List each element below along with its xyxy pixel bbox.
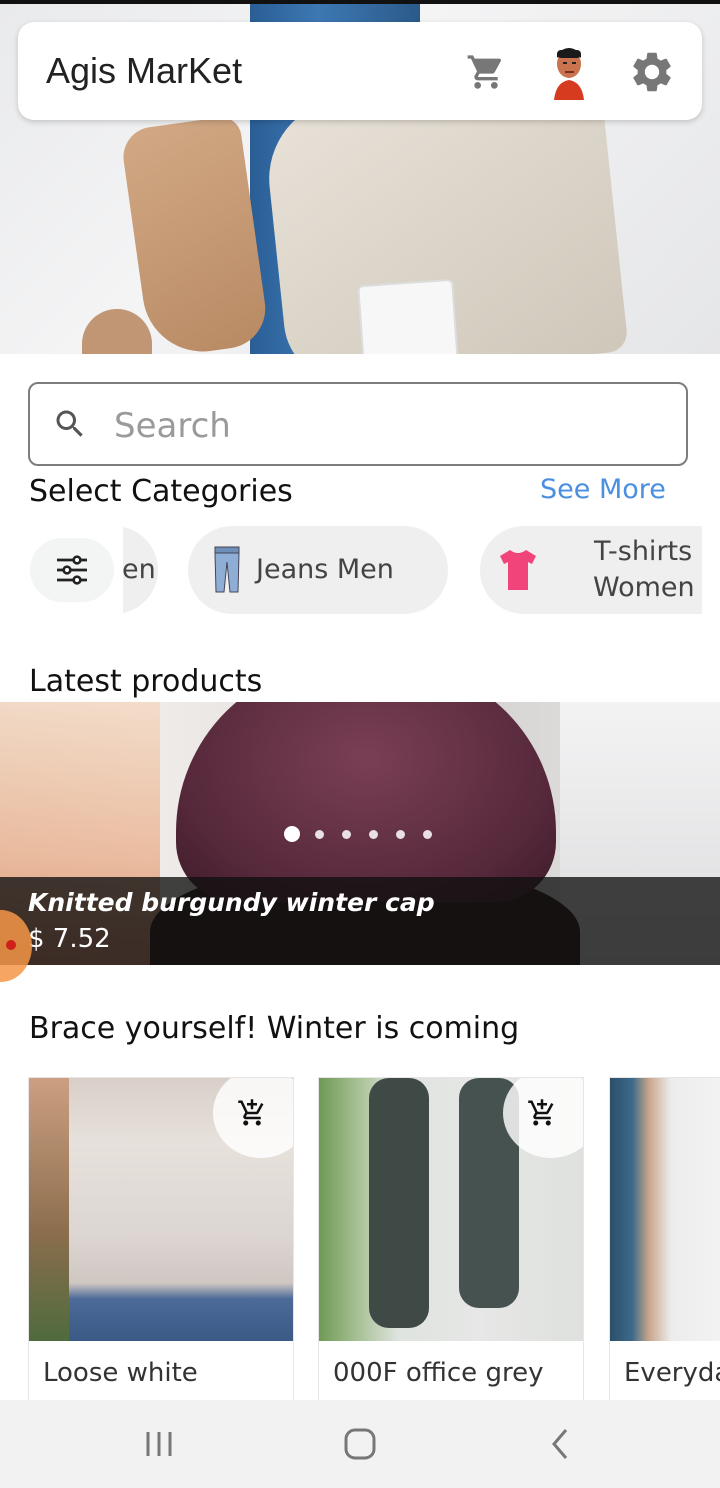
product-image xyxy=(176,702,556,902)
carousel-dot[interactable] xyxy=(396,830,405,839)
search-box[interactable] xyxy=(28,382,688,466)
carousel-dot-active[interactable] xyxy=(284,826,300,842)
system-nav-bar xyxy=(0,1400,720,1488)
latest-product-carousel[interactable]: Knitted burgundy winter cap $ 7.52 xyxy=(0,702,720,965)
category-chip-label-line1: T-shirts xyxy=(594,536,693,567)
category-chip-label: Jeans Men xyxy=(256,554,394,585)
app-bar: Agis MarKet xyxy=(18,22,702,120)
avatar[interactable] xyxy=(550,44,588,100)
category-chip-tshirts-women[interactable]: T-shirts Women xyxy=(480,526,702,614)
add-to-cart-icon xyxy=(528,1099,554,1126)
carousel-dot[interactable] xyxy=(369,830,378,839)
category-chip-label: en xyxy=(122,554,156,585)
product-card[interactable]: Everyda xyxy=(609,1077,720,1409)
see-more-link[interactable]: See More xyxy=(540,474,666,505)
add-to-cart-icon xyxy=(238,1099,264,1126)
back-icon[interactable] xyxy=(540,1426,580,1462)
product-price: $ 7.52 xyxy=(28,924,111,954)
category-chip-label-line2: Women xyxy=(593,572,695,603)
latest-products-title: Latest products xyxy=(29,664,263,699)
filter-button[interactable] xyxy=(30,538,114,602)
product-image xyxy=(610,1078,720,1341)
product-name: Loose white xyxy=(43,1358,198,1388)
category-chip-jeans-men[interactable]: Jeans Men xyxy=(188,526,448,614)
filter-sliders-icon xyxy=(57,555,87,585)
product-name: Knitted burgundy winter cap xyxy=(28,888,435,917)
product-card[interactable]: 000F office grey xyxy=(318,1077,584,1409)
carousel-dot[interactable] xyxy=(342,830,351,839)
tshirt-icon xyxy=(498,548,538,592)
recent-apps-icon[interactable] xyxy=(140,1426,180,1462)
carousel-dot[interactable] xyxy=(315,830,324,839)
product-card[interactable]: Loose white xyxy=(28,1077,294,1409)
search-icon xyxy=(52,406,88,442)
winter-section-title: Brace yourself! Winter is coming xyxy=(29,1011,520,1046)
search-input[interactable] xyxy=(112,400,656,452)
categories-title: Select Categories xyxy=(29,474,293,509)
product-name: Everyda xyxy=(624,1358,720,1388)
carousel-dot[interactable] xyxy=(423,830,432,839)
product-name: 000F office grey xyxy=(333,1358,544,1388)
cart-icon[interactable] xyxy=(466,52,506,92)
home-icon[interactable] xyxy=(340,1426,380,1462)
settings-gear-icon[interactable] xyxy=(628,48,676,96)
jeans-icon xyxy=(214,546,240,594)
app-title: Agis MarKet xyxy=(46,50,243,91)
